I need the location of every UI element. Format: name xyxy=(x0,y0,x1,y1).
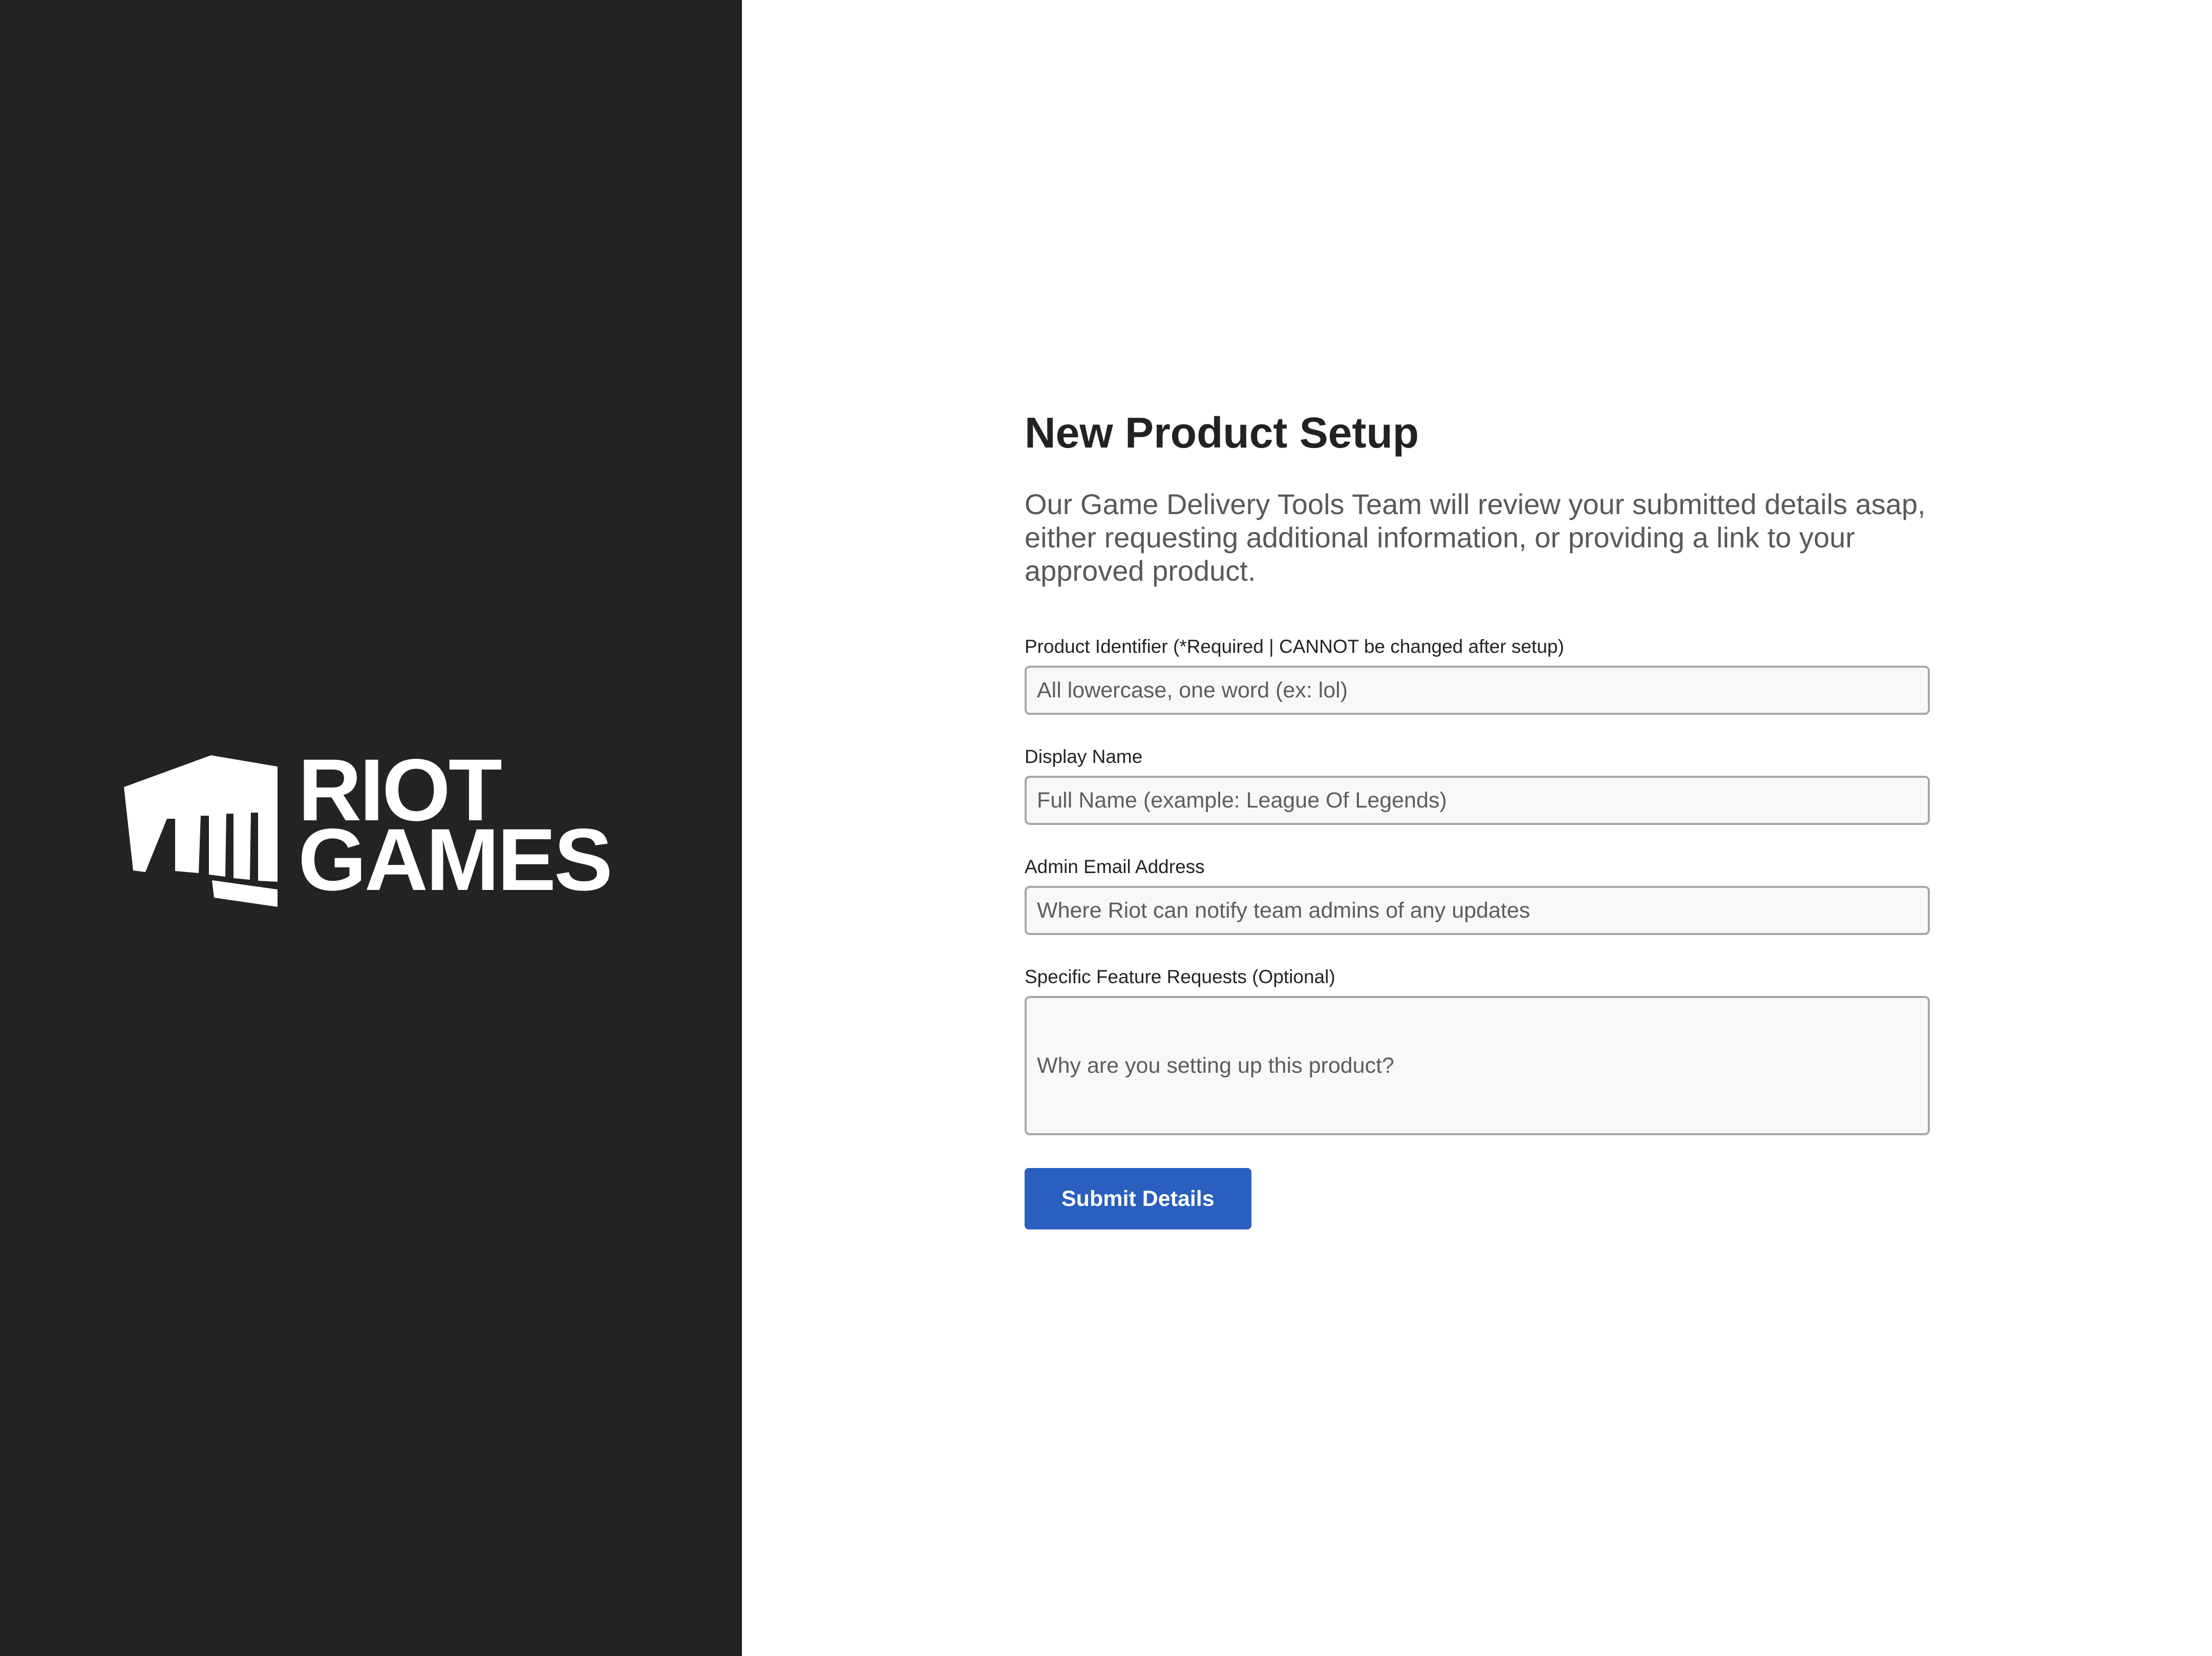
logo-wordmark: RIOT GAMES xyxy=(298,746,613,909)
page: RIOT GAMES New Product Setup Our Game De… xyxy=(0,0,2212,1656)
display-name-field: Display Name xyxy=(1025,746,1930,825)
admin-email-label: Admin Email Address xyxy=(1025,856,1205,877)
intro-text: Our Game Delivery Tools Team will review… xyxy=(1025,488,1926,587)
page-title: New Product Setup xyxy=(1025,409,1419,457)
product-identifier-field: Product Identifier (*Required | CANNOT b… xyxy=(1025,635,1930,715)
feature-requests-label: Specific Feature Requests (Optional) xyxy=(1025,966,1335,987)
feature-requests-textarea[interactable]: Why are you setting up this product? xyxy=(1025,996,1930,1135)
display-name-label: Display Name xyxy=(1025,746,1143,767)
submit-details-button[interactable]: Submit Details xyxy=(1025,1168,1251,1229)
riot-fist-icon xyxy=(124,755,278,907)
product-identifier-label: Product Identifier (*Required | CANNOT b… xyxy=(1025,636,1564,657)
admin-email-field: Admin Email Address xyxy=(1025,856,1930,935)
feature-requests-placeholder: Why are you setting up this product? xyxy=(1037,1053,1394,1078)
admin-email-input[interactable] xyxy=(1025,886,1930,935)
logo-line-games: GAMES xyxy=(298,811,613,909)
feature-requests-field: Specific Feature Requests (Optional) Why… xyxy=(1025,966,1930,1135)
riot-games-logo: RIOT GAMES xyxy=(124,746,626,909)
product-setup-form: New Product Setup Our Game Delivery Tool… xyxy=(1025,405,1930,1229)
display-name-input[interactable] xyxy=(1025,776,1930,825)
form-panel: New Product Setup Our Game Delivery Tool… xyxy=(742,0,2212,1656)
product-identifier-input[interactable] xyxy=(1025,666,1930,715)
brand-panel: RIOT GAMES xyxy=(0,0,742,1656)
